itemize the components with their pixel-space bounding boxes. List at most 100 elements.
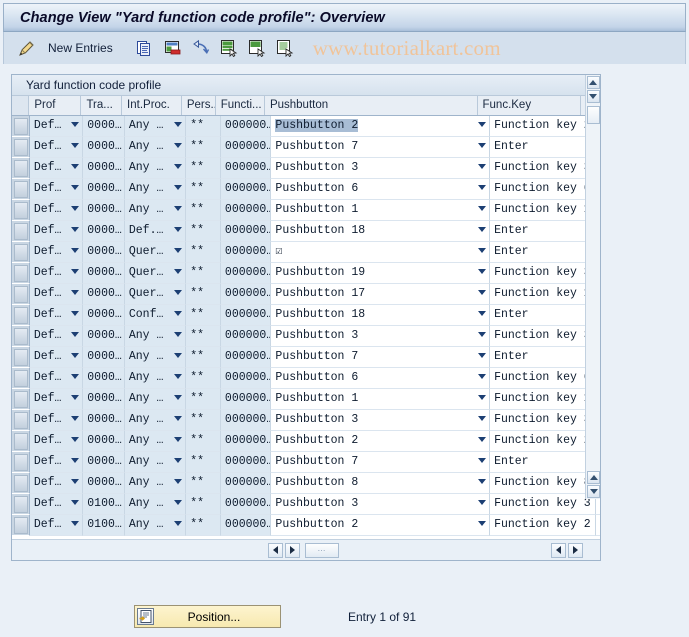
- cell-int-proc[interactable]: Any …: [124, 473, 187, 494]
- cell-pushbutton[interactable]: Pushbutton 2: [271, 431, 491, 452]
- position-button[interactable]: Position...: [134, 605, 281, 628]
- cell-function[interactable]: 000000…: [220, 515, 272, 536]
- cell-function[interactable]: 000000…: [220, 200, 272, 221]
- cell-prof[interactable]: Def…: [29, 116, 84, 137]
- cell-pers[interactable]: **: [186, 179, 221, 200]
- page-up-button[interactable]: [587, 471, 600, 484]
- dropdown-caret-icon[interactable]: [478, 311, 487, 316]
- table-row[interactable]: Def… 0000… Any … ** 000000… Pushbutton 6 Funct…: [12, 368, 600, 389]
- dropdown-caret-icon[interactable]: [478, 248, 487, 253]
- row-select-button[interactable]: [12, 410, 30, 431]
- table-row[interactable]: Def… 0100… Any … ** 000000… Pushbutton 3 Funct…: [12, 494, 600, 515]
- row-select-button[interactable]: [12, 179, 30, 200]
- cell-function[interactable]: 000000…: [220, 179, 272, 200]
- table-row[interactable]: Def… 0000… Any … ** 000000… Pushbutton 8 Funct…: [12, 473, 600, 494]
- cell-int-proc[interactable]: Any …: [124, 368, 187, 389]
- cell-prof[interactable]: Def…: [29, 515, 84, 536]
- dropdown-caret-icon[interactable]: [71, 185, 80, 190]
- table-row[interactable]: Def… 0000… Conf… ** 000000… Pushbutton 18 Ente…: [12, 305, 600, 326]
- row-select-button[interactable]: [12, 200, 30, 221]
- cell-pers[interactable]: **: [186, 452, 221, 473]
- cell-pers[interactable]: **: [186, 515, 221, 536]
- row-select-button[interactable]: [12, 452, 30, 473]
- select-all-column-header[interactable]: [12, 96, 30, 115]
- cell-tra[interactable]: 0000…: [83, 452, 125, 473]
- cell-pushbutton[interactable]: Pushbutton 3: [271, 410, 491, 431]
- cell-pers[interactable]: **: [186, 347, 221, 368]
- cell-int-proc[interactable]: Any …: [124, 137, 187, 158]
- dropdown-caret-icon[interactable]: [174, 500, 183, 505]
- cell-function[interactable]: 000000…: [220, 473, 272, 494]
- cell-int-proc[interactable]: Any …: [124, 326, 187, 347]
- cell-prof[interactable]: Def…: [29, 494, 84, 515]
- hscroll-right-button[interactable]: [285, 542, 300, 558]
- table-row[interactable]: Def… 0000… Any … ** 000000… Pushbutton 7 Enter: [12, 137, 600, 158]
- column-header-pushbutton[interactable]: Pushbutton: [265, 96, 478, 115]
- dropdown-caret-icon[interactable]: [478, 206, 487, 211]
- dropdown-caret-icon[interactable]: [71, 164, 80, 169]
- dropdown-caret-icon[interactable]: [174, 521, 183, 526]
- cell-tra[interactable]: 0000…: [83, 242, 125, 263]
- table-row[interactable]: Def… 0000… Any … ** 000000… Pushbutton 3 Funct…: [12, 410, 600, 431]
- dropdown-caret-icon[interactable]: [71, 206, 80, 211]
- cell-pers[interactable]: **: [186, 284, 221, 305]
- cell-function[interactable]: 000000…: [220, 305, 272, 326]
- dropdown-caret-icon[interactable]: [71, 248, 80, 253]
- cell-tra[interactable]: 0000…: [83, 389, 125, 410]
- column-header-func-key[interactable]: Func.Key: [478, 96, 581, 115]
- cell-prof[interactable]: Def…: [29, 326, 84, 347]
- dropdown-caret-icon[interactable]: [71, 332, 80, 337]
- cell-function[interactable]: 000000…: [220, 116, 272, 137]
- dropdown-caret-icon[interactable]: [174, 374, 183, 379]
- table-row[interactable]: Def… 0100… Any … ** 000000… Pushbutton 2 Funct…: [12, 515, 600, 536]
- cell-func-key[interactable]: Enter: [490, 452, 596, 473]
- select-all-icon[interactable]: [217, 36, 241, 60]
- column-header-pers[interactable]: Pers...: [182, 96, 216, 115]
- table-row[interactable]: Def… 0000… Any … ** 000000… Pushbutton 7 Enter: [12, 347, 600, 368]
- dropdown-caret-icon[interactable]: [174, 437, 183, 442]
- row-select-button[interactable]: [12, 221, 30, 242]
- table-row[interactable]: Def… 0000… Any … ** 000000… Pushbutton 1 Funct…: [12, 200, 600, 221]
- vertical-scrollbar[interactable]: [585, 75, 600, 499]
- cell-pushbutton[interactable]: Pushbutton 1: [271, 200, 491, 221]
- dropdown-caret-icon[interactable]: [174, 416, 183, 421]
- cell-tra[interactable]: 0000…: [83, 179, 125, 200]
- cell-int-proc[interactable]: Any …: [124, 389, 187, 410]
- cell-prof[interactable]: Def…: [29, 305, 84, 326]
- dropdown-caret-icon[interactable]: [71, 122, 80, 127]
- hscroll-page-right-button[interactable]: [568, 542, 583, 558]
- cell-function[interactable]: 000000…: [220, 158, 272, 179]
- cell-function[interactable]: 000000…: [220, 284, 272, 305]
- dropdown-caret-icon[interactable]: [174, 164, 183, 169]
- cell-func-key[interactable]: Function key 3: [490, 410, 596, 431]
- cell-func-key[interactable]: Enter: [490, 347, 596, 368]
- dropdown-caret-icon[interactable]: [174, 143, 183, 148]
- cell-pushbutton[interactable]: Pushbutton 17: [271, 284, 491, 305]
- cell-function[interactable]: 000000…: [220, 389, 272, 410]
- cell-tra[interactable]: 0100…: [83, 515, 125, 536]
- cell-prof[interactable]: Def…: [29, 410, 84, 431]
- scroll-up-button[interactable]: [586, 76, 600, 89]
- cell-function[interactable]: 000000…: [220, 263, 272, 284]
- dropdown-caret-icon[interactable]: [174, 458, 183, 463]
- details-icon[interactable]: [273, 36, 297, 60]
- scroll-down-button[interactable]: [586, 90, 600, 103]
- cell-int-proc[interactable]: Conf…: [124, 305, 187, 326]
- cell-pushbutton[interactable]: Pushbutton 3: [271, 494, 491, 515]
- cell-pers[interactable]: **: [186, 389, 221, 410]
- cell-int-proc[interactable]: Def.…: [124, 221, 187, 242]
- dropdown-caret-icon[interactable]: [478, 479, 487, 484]
- dropdown-caret-icon[interactable]: [478, 164, 487, 169]
- dropdown-caret-icon[interactable]: [71, 353, 80, 358]
- cell-prof[interactable]: Def…: [29, 221, 84, 242]
- row-select-button[interactable]: [12, 137, 30, 158]
- cell-function[interactable]: 000000…: [220, 242, 272, 263]
- cell-tra[interactable]: 0000…: [83, 410, 125, 431]
- dropdown-caret-icon[interactable]: [174, 122, 183, 127]
- cell-prof[interactable]: Def…: [29, 137, 84, 158]
- cell-int-proc[interactable]: Quer…: [124, 284, 187, 305]
- cell-tra[interactable]: 0000…: [83, 431, 125, 452]
- cell-prof[interactable]: Def…: [29, 347, 84, 368]
- dropdown-caret-icon[interactable]: [478, 122, 487, 127]
- cell-func-key[interactable]: Function key 2: [490, 431, 596, 452]
